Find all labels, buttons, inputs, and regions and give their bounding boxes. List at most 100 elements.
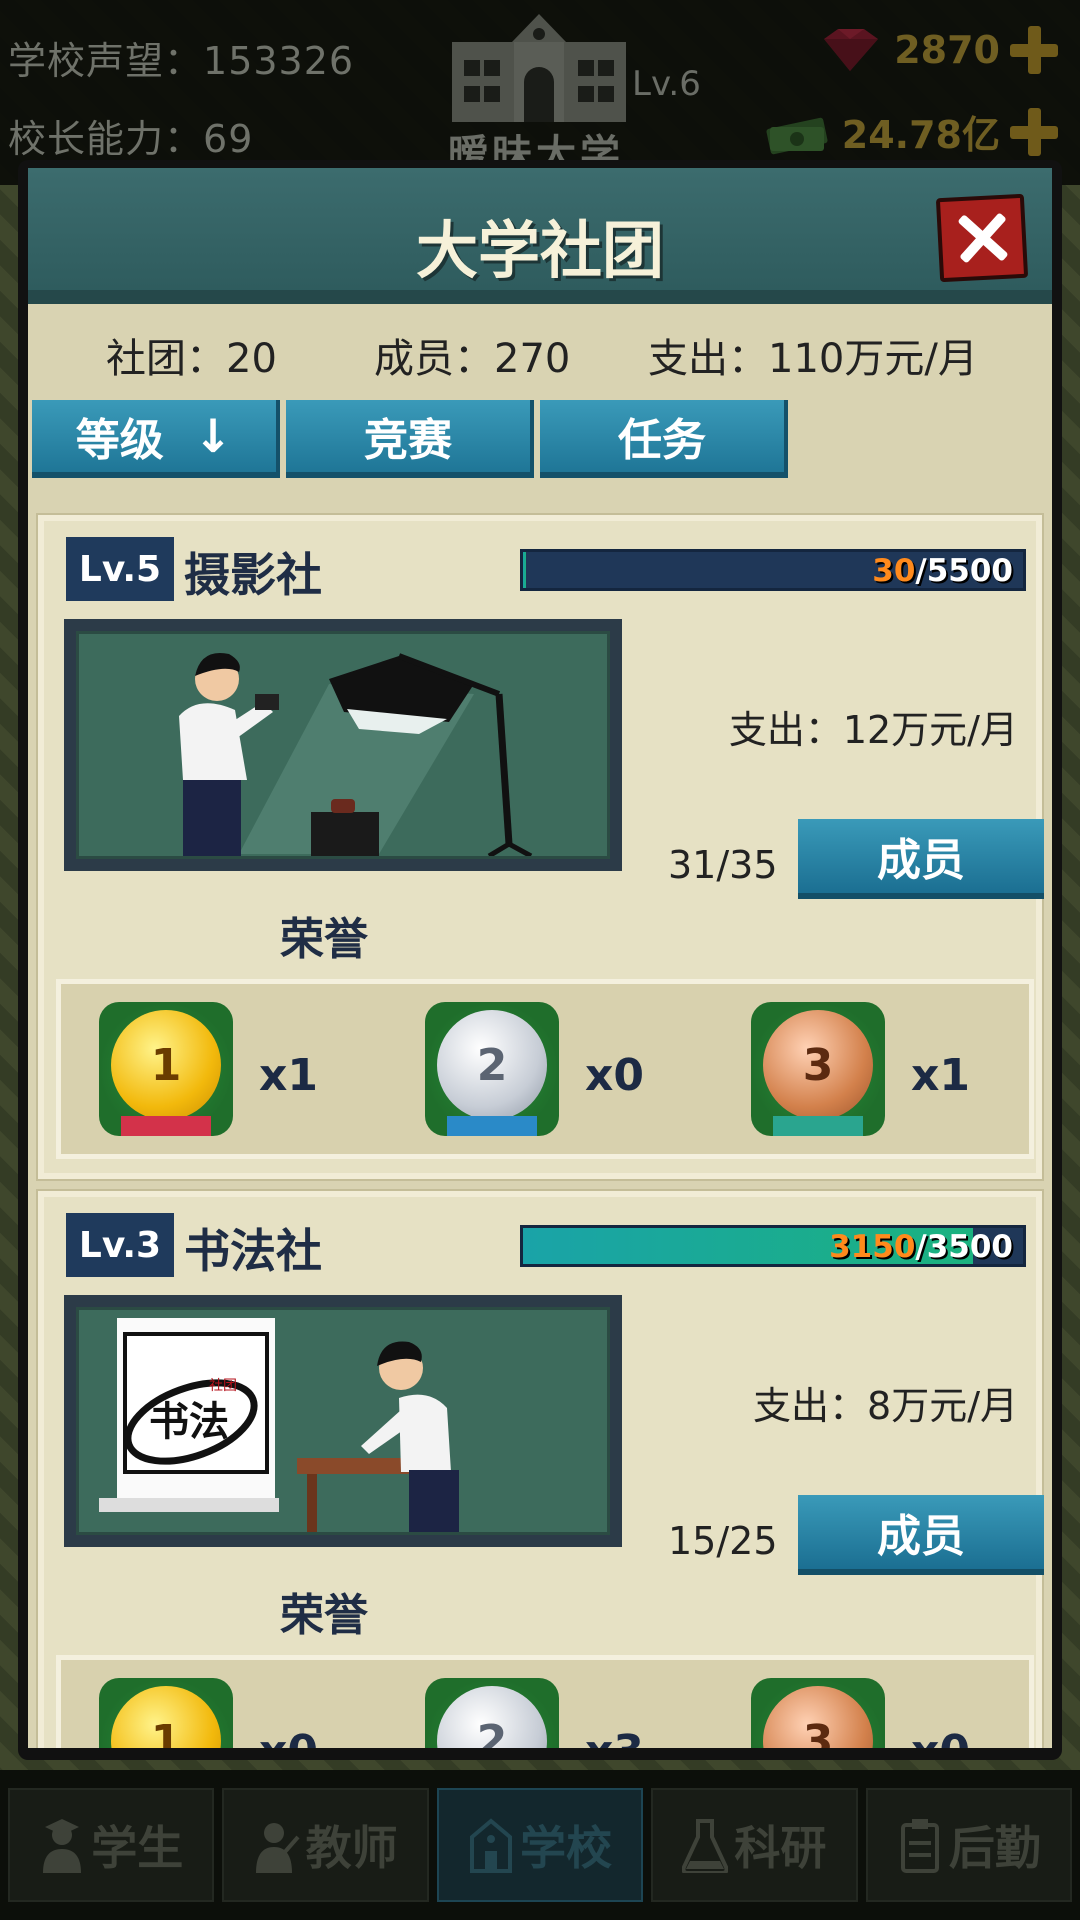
bronze-medal-icon: 3 <box>751 1678 885 1748</box>
flask-icon <box>682 1819 729 1873</box>
honors-box: 1 x0 2 x3 3 x0 <box>56 1655 1034 1748</box>
xp-text: 3150/3500 <box>829 1229 1013 1265</box>
club-name: 书法社 <box>184 1224 322 1278</box>
tab-competition[interactable]: 竞赛 <box>286 400 534 478</box>
nav-students[interactable]: 学生 <box>8 1788 215 1902</box>
clipboard-icon <box>900 1819 939 1873</box>
gem-resource: 2870 <box>816 26 1058 74</box>
scroll-sub: 社团 <box>209 1378 237 1394</box>
photographer-illustration <box>76 631 610 859</box>
bronze-medal-icon: 3 <box>751 1002 885 1136</box>
reputation-label: 学校声望： <box>8 39 204 83</box>
club-total: 社团：20 <box>106 336 277 382</box>
club-xp-bar: 3150/3500 <box>520 1225 1026 1267</box>
expense-total: 支出：110万元/月 <box>648 336 978 382</box>
teacher-icon <box>255 1823 300 1873</box>
school-icon <box>470 1818 513 1873</box>
school-reputation: 学校声望：153326 <box>8 30 354 85</box>
silver-medal-count: x3 <box>585 1726 644 1748</box>
close-button[interactable] <box>935 193 1029 283</box>
school-level: Lv.6 <box>632 64 701 104</box>
clubs-dialog: 大学社团 社团：20 成员：270 支出：110万元/月 等级 ↓ 竞赛 任务 … <box>18 160 1062 1760</box>
medal-number: 2 <box>437 1010 547 1120</box>
medal-ribbon <box>773 1116 863 1136</box>
club-xp-bar: 30/5500 <box>520 549 1026 591</box>
tab-label: 等级 <box>75 415 164 466</box>
top-status-bar: 学校声望：153326 校长能力：69 Lv.6 暧昧大学 2870 24.78… <box>0 0 1080 185</box>
silver-medal-count: x0 <box>585 1050 644 1101</box>
principal-ability: 校长能力：69 <box>8 108 253 163</box>
nav-school[interactable]: 学校 <box>436 1788 644 1902</box>
club-member-count: 31/35 <box>668 843 778 887</box>
money-amount: 24.78亿 <box>841 113 1000 157</box>
gem-count: 2870 <box>894 28 1000 72</box>
members-button[interactable]: 成员 <box>798 1495 1044 1575</box>
club-card-photography: Lv.5 摄影社 30/5500 支出：12万元/月 31/35 成员 荣誉 1… <box>38 515 1044 1179</box>
nav-label: 学校 <box>520 1821 613 1875</box>
medal-number: 1 <box>111 1686 221 1748</box>
school-building-icon[interactable] <box>452 12 626 122</box>
medal-number: 3 <box>763 1686 873 1748</box>
dialog-title: 大学社团 <box>415 214 664 287</box>
bronze-medal-count: x0 <box>911 1726 970 1748</box>
club-picture <box>64 619 622 871</box>
medal-number: 2 <box>437 1686 547 1748</box>
xp-current: 3150 <box>829 1229 916 1265</box>
gold-medal-count: x0 <box>259 1726 318 1748</box>
add-money-button[interactable] <box>1010 107 1058 156</box>
ability-label: 校长能力： <box>8 117 204 161</box>
nav-label: 教师 <box>305 1821 398 1875</box>
bottom-navigation: 学生 教师 学校 科研 后勤 <box>0 1770 1080 1920</box>
member-total: 成员：270 <box>374 336 571 382</box>
gem-icon <box>824 29 879 71</box>
nav-research[interactable]: 科研 <box>651 1788 858 1902</box>
xp-total: /5500 <box>915 553 1013 589</box>
medal-ribbon <box>121 1116 211 1136</box>
club-expense: 支出：12万元/月 <box>728 708 1018 752</box>
club-card-calligraphy: Lv.3 书法社 3150/3500 书法 社团 支出：8万元/月 15/25 … <box>38 1191 1044 1748</box>
dialog-tabs: 等级 ↓ 竞赛 任务 <box>32 400 788 478</box>
sort-down-arrow-icon: ↓ <box>193 409 233 463</box>
medal-ribbon <box>447 1116 537 1136</box>
scroll-text: 书法 <box>149 1398 229 1445</box>
nav-label: 科研 <box>734 1821 827 1875</box>
xp-bar-fill <box>523 552 526 588</box>
add-gems-button[interactable] <box>1010 26 1058 74</box>
nav-label: 学生 <box>91 1821 184 1875</box>
gold-medal-icon: 1 <box>99 1002 233 1136</box>
nav-label: 后勤 <box>948 1821 1041 1875</box>
dialog-header: 大学社团 <box>28 168 1052 304</box>
bronze-medal-count: x1 <box>911 1050 970 1101</box>
nav-teachers[interactable]: 教师 <box>222 1788 429 1902</box>
silver-medal-icon: 2 <box>425 1002 559 1136</box>
honors-box: 1 x1 2 x0 3 x1 <box>56 979 1034 1159</box>
xp-text: 30/5500 <box>872 553 1013 589</box>
club-name: 摄影社 <box>184 548 322 602</box>
medal-number: 3 <box>763 1010 873 1120</box>
club-list[interactable]: Lv.5 摄影社 30/5500 支出：12万元/月 31/35 成员 荣誉 1… <box>28 503 1052 1748</box>
tab-label: 任务 <box>618 415 706 466</box>
club-level-badge: Lv.5 <box>66 537 174 601</box>
student-icon <box>43 1819 82 1873</box>
medal-number: 1 <box>111 1010 221 1120</box>
club-member-count: 15/25 <box>668 1519 778 1563</box>
honor-label: 荣誉 <box>280 1590 368 1641</box>
tab-label: 竞赛 <box>364 415 452 466</box>
club-expense: 支出：8万元/月 <box>753 1384 1018 1428</box>
silver-medal-icon: 2 <box>425 1678 559 1748</box>
ability-value: 69 <box>203 117 254 161</box>
xp-current: 30 <box>872 553 916 589</box>
tab-tasks[interactable]: 任务 <box>540 400 788 478</box>
members-button[interactable]: 成员 <box>798 819 1044 899</box>
honor-label: 荣誉 <box>280 914 368 965</box>
money-resource: 24.78亿 <box>764 104 1058 159</box>
nav-logistics[interactable]: 后勤 <box>865 1788 1073 1902</box>
club-level-badge: Lv.3 <box>66 1213 174 1277</box>
reputation-value: 153326 <box>203 39 355 83</box>
xp-total: /3500 <box>915 1229 1013 1265</box>
tab-level-sort[interactable]: 等级 ↓ <box>32 400 280 478</box>
club-picture: 书法 社团 <box>64 1295 622 1547</box>
cash-icon <box>766 117 828 154</box>
dialog-body: 大学社团 社团：20 成员：270 支出：110万元/月 等级 ↓ 竞赛 任务 … <box>28 168 1052 1748</box>
gold-medal-icon: 1 <box>99 1678 233 1748</box>
